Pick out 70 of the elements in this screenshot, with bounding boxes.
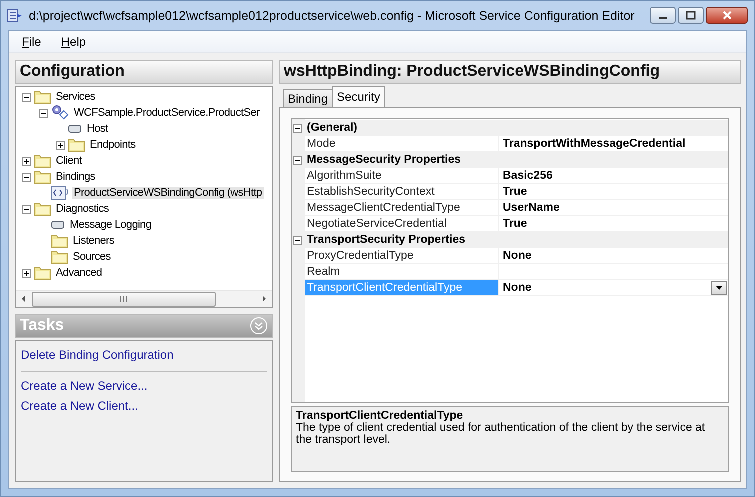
folder-icon [34,90,51,104]
folder-icon [34,154,51,168]
folder-icon [34,170,51,184]
panel-header: Tasks [20,317,64,335]
collapse-icon[interactable] [292,124,302,132]
tree-item[interactable]: Advanced [54,267,104,279]
tab[interactable]: Binding [283,89,334,107]
tree-item[interactable]: Bindings [54,171,98,183]
folder-icon [68,138,85,152]
tree-item[interactable]: Services [54,91,98,103]
property-value[interactable]: Basic256 [503,170,553,182]
collapse-icon[interactable] [39,108,48,118]
close-icon [722,11,732,20]
horizontal-scrollbar[interactable] [16,290,272,307]
property-name[interactable]: AlgorithmSuite [305,168,499,184]
minimize-button[interactable] [650,7,676,24]
collapse-icon[interactable] [22,172,31,182]
folder-icon [34,202,51,216]
dropdown-button[interactable] [711,280,727,294]
category-header: TransportSecurity Properties [305,232,728,248]
property-name[interactable]: EstablishSecurityContext [305,184,499,200]
property-value[interactable]: TransportWithMessageCredential [503,138,686,150]
tree-item[interactable]: Message Logging [68,219,154,231]
property-value[interactable]: None [503,282,532,294]
tree-item[interactable]: Client [54,155,84,167]
collapse-icon[interactable] [22,204,31,214]
node-icon [68,124,82,134]
folder-icon [34,266,51,280]
task-link[interactable]: Create a New Client... [21,396,138,416]
close-button[interactable] [706,7,748,24]
folder-icon [51,234,68,248]
node-icon [51,220,65,230]
task-link[interactable]: Create a New Service... [21,376,148,396]
caret-icon [716,286,722,290]
binding-icon [51,186,69,200]
property-value[interactable]: True [503,218,528,230]
folder-icon [51,250,68,264]
tree-item[interactable]: Sources [71,251,113,263]
tab[interactable]: Security [332,86,386,107]
property-name[interactable]: ProxyCredentialType [305,248,499,264]
expand-icon[interactable] [22,268,31,278]
menu-item[interactable]: File [13,32,50,50]
maximize-button[interactable] [678,7,704,24]
expand-icon[interactable] [22,156,31,166]
collapse-icon[interactable] [22,92,31,102]
description-title: TransportClientCredentialType [296,410,464,422]
property-name[interactable]: MessageClientCredentialType [305,200,499,216]
app-icon [7,8,23,24]
window-title: d:\project\wcf\wcfsample012\wcfsample012productservice\web.config - Microsoft Service Configuration Editor [29,8,636,22]
tree-item[interactable]: ProductServiceWSBindingConfig (wsHttp [72,187,264,199]
menu-item[interactable]: Help [52,32,96,50]
collapse-icon[interactable] [292,156,302,164]
tree-item[interactable]: WCFSample.ProductService.ProductSer [72,107,262,119]
tree-item[interactable]: Endpoints [88,139,138,151]
task-link[interactable]: Delete Binding Configuration [21,345,174,365]
tree-item[interactable]: Listeners [71,235,116,247]
property-value[interactable]: True [503,186,528,198]
panel-header: wsHttpBinding: ProductServiceWSBindingConfig [279,60,741,84]
description-text: The type of client credential used for authentication of the client by the service at the transport level. [296,422,706,446]
category-header: MessageSecurity Properties [305,152,728,168]
category-header: (General) [305,120,728,136]
expand-icon[interactable] [56,140,65,150]
tree-item[interactable]: Host [85,123,110,135]
collapse-icon[interactable] [292,236,302,244]
property-value[interactable]: UserName [503,202,560,214]
property-value[interactable]: None [503,250,532,262]
panel-header: Configuration [15,60,273,84]
maximize-icon [686,11,696,20]
grip-icon [120,296,128,302]
tree-item[interactable]: Diagnostics [54,203,112,215]
